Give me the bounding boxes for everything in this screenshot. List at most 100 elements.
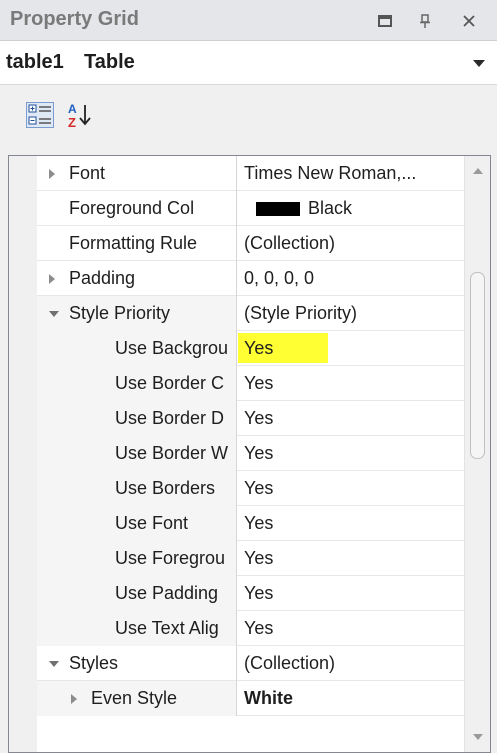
property-value: Yes <box>244 338 274 358</box>
property-name: Foreground Col <box>69 198 195 218</box>
scroll-down-arrow-icon[interactable] <box>473 734 483 740</box>
collapse-icon[interactable] <box>49 311 59 317</box>
property-name: Font <box>69 163 106 183</box>
property-name-cell[interactable]: Foreground Col <box>37 191 237 226</box>
expand-icon[interactable] <box>49 274 55 284</box>
property-row-use-borders[interactable]: Use Borders Yes <box>37 471 464 506</box>
property-name-cell[interactable]: Use Text Alig <box>37 611 237 646</box>
pin-button[interactable] <box>410 6 440 36</box>
property-value: 0, 0, 0, 0 <box>244 268 315 288</box>
maximize-button[interactable] <box>370 6 400 36</box>
property-name-cell[interactable]: Use Foregrou <box>37 541 237 576</box>
sort-alphabetical-icon: A Z <box>68 102 91 129</box>
color-swatch <box>256 202 300 216</box>
expand-icon[interactable] <box>71 694 77 704</box>
property-value-cell[interactable]: Yes <box>238 436 464 471</box>
property-value-cell[interactable]: Yes <box>238 366 464 401</box>
property-row-padding[interactable]: Padding 0, 0, 0, 0 <box>37 261 464 296</box>
property-value-cell[interactable]: Times New Roman,... <box>238 156 464 191</box>
property-row-use-foreground-color[interactable]: Use Foregrou Yes <box>37 541 464 576</box>
property-value-cell[interactable]: Yes <box>238 331 464 366</box>
collapse-icon[interactable] <box>49 661 59 667</box>
selected-object-name: table1 <box>6 51 64 73</box>
toolbar: A Z <box>0 85 497 155</box>
property-value-cell[interactable]: (Style Priority) <box>238 296 464 331</box>
property-name-cell[interactable]: Use Borders <box>37 471 237 506</box>
property-value: (Collection) <box>244 653 336 673</box>
property-name: Styles <box>69 653 119 673</box>
scroll-up-arrow-icon[interactable] <box>473 168 483 174</box>
panel-titlebar: Property Grid <box>0 0 497 41</box>
property-row-foreground-color[interactable]: Foreground Col Black <box>37 191 464 226</box>
property-name-cell[interactable]: Use Border C <box>37 366 237 401</box>
property-name: Padding <box>69 268 136 288</box>
property-value: Yes <box>244 583 274 603</box>
property-name-cell[interactable]: Font <box>37 156 237 191</box>
panel-title: Property Grid <box>10 8 139 30</box>
property-value: Yes <box>244 478 274 498</box>
property-name: Use Border W <box>115 443 229 463</box>
property-value: White <box>244 688 293 708</box>
property-name-cell[interactable]: Style Priority <box>37 296 237 331</box>
property-value: Yes <box>244 443 274 463</box>
property-name-cell[interactable]: Use Padding <box>37 576 237 611</box>
property-name-cell[interactable]: Formatting Rule <box>37 226 237 261</box>
property-value-cell[interactable]: Yes <box>238 541 464 576</box>
property-value-cell[interactable]: (Collection) <box>238 226 464 261</box>
svg-text:A: A <box>68 102 77 116</box>
property-name-cell[interactable]: Use Border D <box>37 401 237 436</box>
property-value-cell[interactable]: (Collection) <box>238 646 464 681</box>
property-name-cell[interactable]: Styles <box>37 646 237 681</box>
vertical-scrollbar[interactable] <box>464 156 490 752</box>
property-value-cell[interactable]: Yes <box>238 471 464 506</box>
property-value-cell[interactable]: Yes <box>238 401 464 436</box>
maximize-icon <box>378 15 392 27</box>
property-value: Yes <box>244 408 274 428</box>
property-row-styles[interactable]: Styles (Collection) <box>37 646 464 681</box>
property-row-use-border-color[interactable]: Use Border C Yes <box>37 366 464 401</box>
property-value: Times New Roman,... <box>244 163 417 183</box>
property-name-cell[interactable]: Use Font <box>37 506 237 541</box>
property-value-cell[interactable]: Yes <box>238 576 464 611</box>
property-value-cell[interactable]: Yes <box>238 611 464 646</box>
property-value-cell[interactable]: 0, 0, 0, 0 <box>238 261 464 296</box>
property-row-even-style[interactable]: Even Style White <box>37 681 464 716</box>
property-row-formatting-rule[interactable]: Formatting Rule (Collection) <box>37 226 464 261</box>
property-name: Even Style <box>91 688 178 708</box>
property-name-cell[interactable]: Even Style <box>37 681 237 716</box>
property-row-use-background-color[interactable]: Use Backgrou Yes <box>37 331 464 366</box>
property-name: Formatting Rule <box>69 233 198 253</box>
property-row-use-padding[interactable]: Use Padding Yes <box>37 576 464 611</box>
svg-text:Z: Z <box>68 115 76 129</box>
categorized-view-button[interactable] <box>22 97 58 133</box>
property-value: (Style Priority) <box>244 303 358 323</box>
dropdown-arrow-icon[interactable] <box>473 60 485 67</box>
close-button[interactable] <box>454 6 484 36</box>
categorized-view-icon <box>26 102 54 128</box>
property-row-use-border-width[interactable]: Use Border W Yes <box>37 436 464 471</box>
property-name: Use Foregrou <box>115 548 226 568</box>
property-row-use-border-dash-style[interactable]: Use Border D Yes <box>37 401 464 436</box>
scrollbar-thumb[interactable] <box>470 272 485 459</box>
property-value-cell[interactable]: Black <box>238 191 464 226</box>
property-row-use-text-alignment[interactable]: Use Text Alig Yes <box>37 611 464 646</box>
property-row-use-font[interactable]: Use Font Yes <box>37 506 464 541</box>
alphabetical-sort-button[interactable]: A Z <box>62 97 98 133</box>
property-name: Style Priority <box>69 303 171 323</box>
property-name-cell[interactable]: Use Border W <box>37 436 237 471</box>
property-name: Use Borders <box>115 478 216 498</box>
property-name-cell[interactable]: Padding <box>37 261 237 296</box>
expand-icon[interactable] <box>49 169 55 179</box>
property-row-font[interactable]: Font Times New Roman,... <box>37 156 464 191</box>
property-list: Font Times New Roman,... Foreground Col … <box>37 156 464 716</box>
object-selector[interactable]: table1 Table <box>0 41 497 85</box>
property-name: Use Backgrou <box>115 338 229 358</box>
property-value: Yes <box>244 513 274 533</box>
property-name: Use Border C <box>115 373 225 393</box>
property-name-cell[interactable]: Use Backgrou <box>37 331 237 366</box>
property-value-cell[interactable]: Yes <box>238 506 464 541</box>
property-name: Use Border D <box>115 408 225 428</box>
property-value-cell[interactable]: White <box>238 681 464 716</box>
property-name: Use Font <box>115 513 189 533</box>
property-row-style-priority[interactable]: Style Priority (Style Priority) <box>37 296 464 331</box>
